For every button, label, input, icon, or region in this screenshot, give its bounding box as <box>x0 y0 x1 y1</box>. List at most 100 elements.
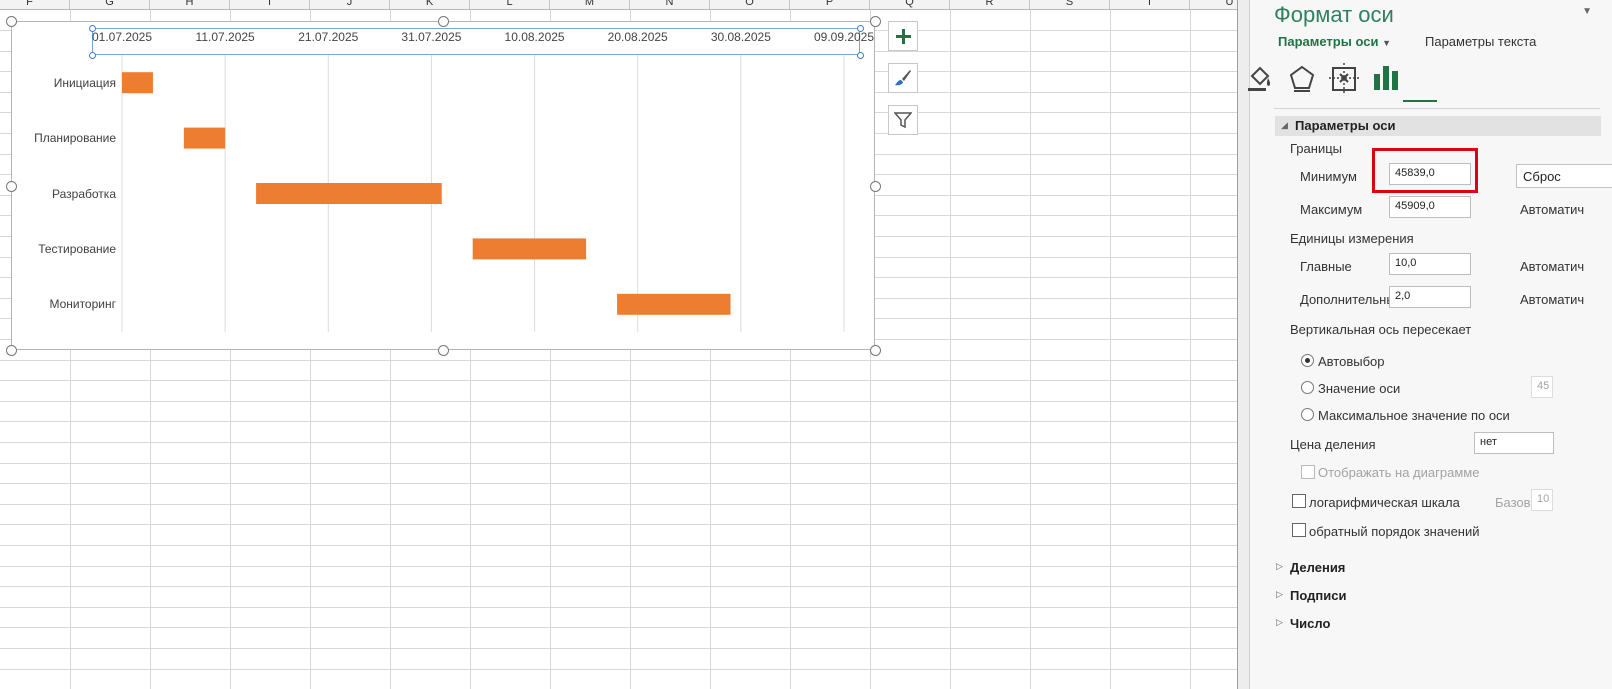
axis-value-input[interactable]: 45 <box>1531 376 1553 398</box>
reverse-order-checkbox[interactable] <box>1292 523 1306 537</box>
category-label: Тестирование <box>38 241 116 256</box>
grid-row-line <box>0 380 1238 381</box>
major-unit-input[interactable]: 10,0 <box>1389 253 1471 275</box>
column-header[interactable]: M <box>550 0 630 10</box>
maximum-auto-button[interactable]: Автоматич <box>1520 202 1612 217</box>
format-axis-pane: Формат оси ▼ Параметры оси ▼ Параметры т… <box>1248 0 1612 689</box>
bounds-label: Границы <box>1290 141 1342 156</box>
column-header[interactable]: U <box>1190 0 1238 10</box>
grid-row-line <box>0 566 1238 567</box>
x-tick-label: 10.08.2025 <box>504 30 565 44</box>
active-icon-indicator <box>1403 100 1437 102</box>
filter-icon <box>894 112 912 129</box>
fill-line-icon[interactable] <box>1244 62 1276 94</box>
minor-unit-input[interactable]: 2,0 <box>1389 286 1471 308</box>
expand-triangle-icon[interactable]: ▷ <box>1276 589 1283 600</box>
log-base-input[interactable]: 10 <box>1531 489 1553 511</box>
column-header[interactable]: F <box>0 0 70 10</box>
task-bar[interactable] <box>183 127 226 149</box>
column-header[interactable]: L <box>470 0 550 10</box>
expand-triangle-icon[interactable]: ▷ <box>1276 617 1283 628</box>
units-label: Единицы измерения <box>1290 231 1414 246</box>
pane-separator <box>1274 108 1600 109</box>
column-header[interactable]: N <box>630 0 710 10</box>
size-properties-icon[interactable] <box>1328 62 1360 94</box>
gantt-chart[interactable]: 01.07.2025 11.07.2025 21.07.2025 31.07.2025… <box>6 16 881 356</box>
dropdown-icon[interactable]: ▼ <box>1582 6 1592 17</box>
log-scale-checkbox[interactable] <box>1292 494 1306 508</box>
major-label: Главные <box>1300 259 1352 274</box>
chart-resize-handle[interactable] <box>6 345 17 356</box>
section-ticks[interactable]: Деления <box>1290 560 1345 575</box>
column-header[interactable]: R <box>950 0 1030 10</box>
show-units-label-text: Отображать на диаграмме <box>1318 465 1480 480</box>
x-tick-label: 09.09.2025 <box>813 30 875 44</box>
chart-resize-handle[interactable] <box>438 16 449 27</box>
maximum-input[interactable]: 45909,0 <box>1389 196 1471 218</box>
minimum-reset-button[interactable]: Сброс <box>1516 164 1612 188</box>
display-units-select[interactable]: нет <box>1474 432 1554 454</box>
x-tick-label: 20.08.2025 <box>607 30 668 44</box>
category-label: Разработка <box>52 186 116 201</box>
minimum-label: Минимум <box>1300 169 1357 184</box>
column-header[interactable]: P <box>790 0 870 10</box>
chart-resize-handle[interactable] <box>6 180 17 192</box>
chart-resize-handle[interactable] <box>870 345 881 356</box>
chart-resize-handle[interactable] <box>6 16 17 27</box>
section-number[interactable]: Число <box>1290 616 1330 631</box>
minor-auto-button[interactable]: Автоматич <box>1520 292 1612 307</box>
tab-axis-options[interactable]: Параметры оси ▼ <box>1278 34 1391 49</box>
column-header[interactable]: G <box>70 0 150 10</box>
column-header[interactable]: S <box>1030 0 1110 10</box>
column-header[interactable]: I <box>230 0 310 10</box>
grid-row-line <box>0 504 1238 505</box>
chart-filters-button[interactable] <box>888 105 918 135</box>
grid-row-line <box>0 524 1238 525</box>
column-header[interactable]: H <box>150 0 230 10</box>
tab-text-options[interactable]: Параметры текста <box>1425 34 1536 49</box>
effects-icon[interactable] <box>1286 62 1318 94</box>
chart-resize-handle[interactable] <box>438 345 449 356</box>
grid-row-line <box>0 442 1238 443</box>
chart-resize-handle[interactable] <box>870 16 881 27</box>
column-header[interactable]: J <box>310 0 390 10</box>
chart-plot <box>121 55 845 332</box>
section-axis-options[interactable]: ◢ Параметры оси <box>1275 116 1601 136</box>
axis-options-icon[interactable] <box>1370 62 1402 94</box>
display-units-label: Цена деления <box>1290 437 1376 452</box>
chart-resize-handle[interactable] <box>870 180 881 192</box>
grid-row-line <box>0 545 1238 546</box>
pane-splitter[interactable] <box>1238 0 1250 689</box>
chevron-down-icon[interactable]: ▼ <box>1382 38 1391 48</box>
x-tick-label: 21.07.2025 <box>298 30 359 44</box>
task-bar[interactable] <box>122 72 153 94</box>
chart-elements-button[interactable] <box>888 21 918 51</box>
major-auto-button[interactable]: Автоматич <box>1520 259 1612 274</box>
log-scale-label: логарифмическая шкала <box>1309 495 1460 510</box>
radio-auto[interactable] <box>1301 354 1314 367</box>
radio-max-value[interactable] <box>1301 408 1314 421</box>
add-element-icon <box>896 29 911 44</box>
grid-row-line <box>0 648 1238 649</box>
column-header[interactable]: Q <box>870 0 950 10</box>
chart-styles-button[interactable] <box>888 63 918 93</box>
column-header[interactable]: O <box>710 0 790 10</box>
x-tick-label: 01.07.2025 <box>91 30 153 44</box>
task-bar[interactable] <box>256 183 442 204</box>
brush-icon <box>895 70 911 86</box>
section-axis-options-label: Параметры оси <box>1295 118 1396 133</box>
radio-axis-value[interactable] <box>1301 381 1314 394</box>
column-header[interactable]: K <box>390 0 470 10</box>
radio-axis-value-label: Значение оси <box>1318 381 1401 396</box>
category-label: Планирование <box>34 131 116 146</box>
expand-triangle-icon[interactable]: ▷ <box>1276 561 1283 572</box>
minor-label: Дополнительные <box>1300 292 1403 307</box>
column-header[interactable]: T <box>1110 0 1190 10</box>
reverse-order-label: обратный порядок значений <box>1309 524 1480 539</box>
task-bar[interactable] <box>617 293 731 315</box>
grid-row-line <box>0 586 1238 587</box>
grid-row-line <box>0 463 1238 464</box>
task-bar[interactable] <box>472 238 587 260</box>
section-labels[interactable]: Подписи <box>1290 588 1346 603</box>
show-units-label-checkbox[interactable] <box>1301 465 1315 479</box>
